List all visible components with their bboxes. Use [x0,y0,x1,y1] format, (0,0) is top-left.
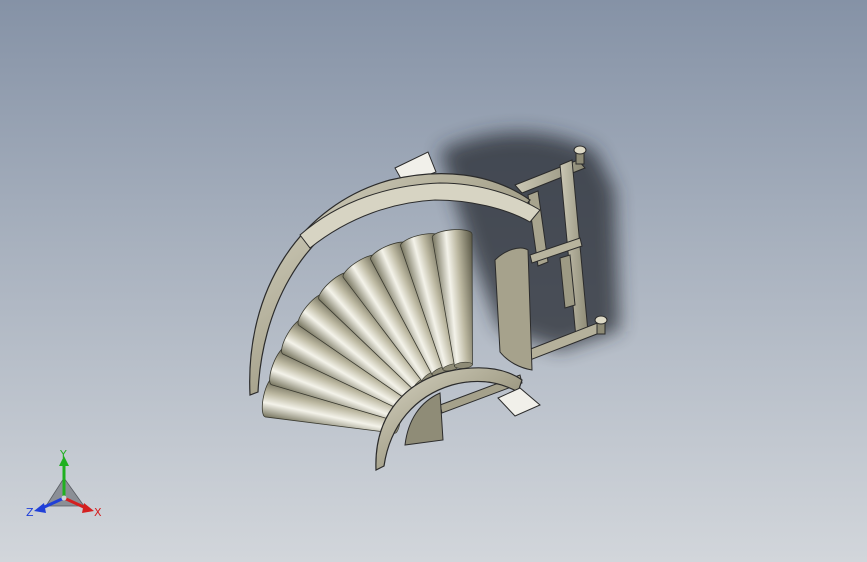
graphics-viewport[interactable]: Y X Z [0,0,867,562]
x-axis-label: X [94,506,102,519]
z-arrow-icon [34,503,46,513]
orientation-triad[interactable]: Y X Z [24,448,104,522]
z-axis-label: Z [26,506,34,519]
y-axis-label: Y [59,448,67,461]
x-arrow-icon [82,503,94,513]
inner-side-plate[interactable] [494,247,533,371]
mounting-bolt-bottom[interactable] [594,315,608,335]
triad-origin-icon [61,495,67,501]
mounting-bolt-top[interactable] [573,145,587,165]
curved-roller-conveyor-model[interactable] [0,0,867,562]
discharge-plate[interactable] [497,387,541,417]
